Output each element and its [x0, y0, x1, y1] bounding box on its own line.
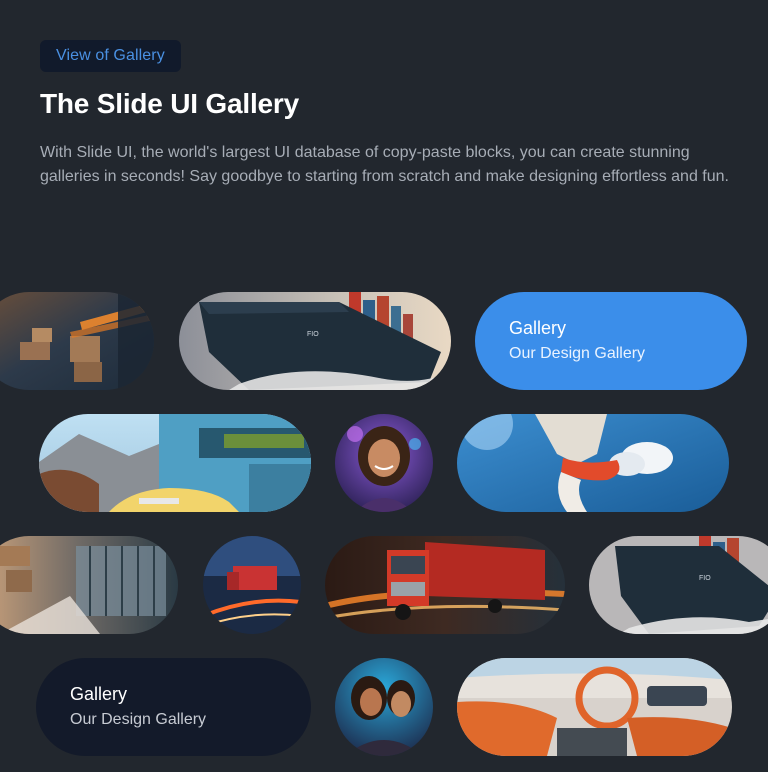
- warehouse-corridor-image[interactable]: [0, 536, 178, 634]
- gallery-card-title: Gallery: [70, 684, 128, 704]
- page-description: With Slide UI, the world's largest UI da…: [40, 144, 729, 185]
- gallery-card-subtitle: Our Design Gallery: [509, 345, 646, 362]
- car-interior-image[interactable]: [457, 658, 732, 756]
- modern-house-car-image[interactable]: [39, 414, 311, 512]
- couple-portrait-image[interactable]: [335, 658, 433, 756]
- gallery-card-dark[interactable]: Gallery Our Design Gallery: [36, 658, 311, 756]
- svg-text:FIO: FIO: [699, 575, 711, 582]
- svg-text:FIO: FIO: [307, 331, 319, 338]
- warehouse-motion-image[interactable]: [0, 292, 154, 390]
- page-title: The Slide UI Gallery: [40, 88, 299, 119]
- gallery-card-subtitle: Our Design Gallery: [70, 711, 207, 728]
- red-truck-image[interactable]: [325, 536, 565, 634]
- gallery-card-title: Gallery: [509, 318, 567, 338]
- woman-portrait-image[interactable]: [335, 414, 433, 512]
- athlete-jump-image[interactable]: [457, 414, 729, 512]
- view-gallery-badge[interactable]: View of Gallery: [40, 40, 181, 72]
- truck-night-small-image[interactable]: [203, 536, 301, 634]
- cargo-ship-image-2[interactable]: FIO: [589, 536, 768, 634]
- cargo-ship-image[interactable]: FIO: [179, 292, 451, 390]
- gallery-section: View of Gallery The Slide UI Gallery Wit…: [0, 0, 768, 772]
- gallery-card-blue[interactable]: Gallery Our Design Gallery: [475, 292, 747, 390]
